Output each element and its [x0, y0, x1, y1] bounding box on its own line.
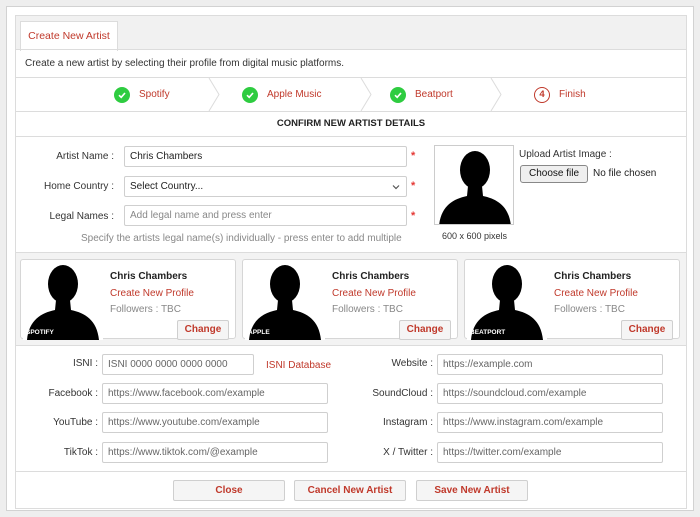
facebook-label: Facebook : [48, 388, 98, 399]
social-links: ISNI : ISNI 0000 0000 0000 0000 ISNI Dat… [15, 346, 687, 472]
platform-tag: APPLE [248, 329, 270, 336]
close-button[interactable]: Close [173, 480, 285, 501]
platform-card-apple: APPLE Chris Chambers Create New Profile … [242, 259, 458, 340]
platform-card-spotify: SPOTIFY Chris Chambers Create New Profil… [20, 259, 236, 340]
tab-bar: Create New Artist [15, 15, 687, 51]
artist-photo: SPOTIFY [23, 262, 103, 340]
instagram-input[interactable]: https://www.instagram.com/example [437, 412, 663, 433]
required-marker: * [411, 150, 416, 162]
platform-tag: SPOTIFY [26, 329, 54, 336]
youtube-label: YouTube : [53, 417, 98, 428]
isni-database-link[interactable]: ISNI Database [266, 360, 331, 371]
create-profile-link[interactable]: Create New Profile [554, 288, 638, 299]
step-finish[interactable]: 4 Finish [534, 78, 586, 111]
profile-name: Chris Chambers [110, 271, 188, 282]
soundcloud-input[interactable]: https://soundcloud.com/example [437, 383, 663, 404]
soundcloud-label: SoundCloud : [372, 388, 433, 399]
step-label: Finish [559, 89, 586, 100]
step-divider [360, 78, 372, 111]
twitter-input[interactable]: https://twitter.com/example [437, 442, 663, 463]
step-apple-music[interactable]: Apple Music [242, 78, 321, 111]
twitter-label: X / Twitter : [383, 447, 433, 458]
modal-footer: Close Cancel New Artist Save New Artist [15, 472, 687, 509]
artist-name-input[interactable]: Chris Chambers [124, 146, 407, 167]
artist-photo: APPLE [245, 262, 325, 340]
website-input[interactable]: https://example.com [437, 354, 663, 375]
tiktok-label: TikTok : [63, 447, 98, 458]
section-title: CONFIRM NEW ARTIST DETAILS [15, 112, 687, 137]
instagram-label: Instagram : [382, 417, 433, 428]
check-icon [242, 86, 258, 103]
step-spotify[interactable]: Spotify [114, 78, 170, 111]
profile-name: Chris Chambers [332, 271, 410, 282]
followers-count: Followers : TBC [332, 304, 403, 315]
tab-create-new-artist[interactable]: Create New Artist [20, 21, 118, 51]
website-label: Website : [391, 358, 434, 369]
upload-image-label: Upload Artist Image : [519, 149, 612, 160]
change-button[interactable]: Change [399, 320, 451, 340]
change-button[interactable]: Change [177, 320, 229, 340]
artist-name-label: Artist Name : [56, 151, 114, 162]
step-label: Spotify [139, 89, 170, 100]
step-beatport[interactable]: Beatport [390, 78, 453, 111]
create-profile-link[interactable]: Create New Profile [110, 288, 194, 299]
wizard-steps: Spotify Apple Music Beatport 4 Finish [15, 78, 687, 112]
artist-photo: BEATPORT [467, 262, 547, 340]
home-country-label: Home Country : [43, 181, 114, 192]
facebook-input[interactable]: https://www.facebook.com/example [102, 383, 328, 404]
profile-name: Chris Chambers [554, 271, 632, 282]
legal-names-hint: Specify the artists legal name(s) indivi… [81, 233, 402, 244]
isni-input[interactable]: ISNI 0000 0000 0000 0000 [102, 354, 254, 375]
check-icon [114, 86, 130, 103]
cancel-new-artist-button[interactable]: Cancel New Artist [294, 480, 406, 501]
youtube-input[interactable]: https://www.youtube.com/example [102, 412, 328, 433]
step-number: 4 [534, 86, 550, 103]
check-icon [390, 86, 406, 103]
followers-count: Followers : TBC [554, 304, 625, 315]
home-country-select[interactable]: Select Country... [124, 176, 407, 197]
step-divider [490, 78, 502, 111]
isni-label: ISNI : [72, 358, 98, 369]
legal-names-label: Legal Names : [49, 211, 114, 222]
platform-card-beatport: BEATPORT Chris Chambers Create New Profi… [464, 259, 680, 340]
followers-count: Followers : TBC [110, 304, 181, 315]
home-country-value: Select Country... [130, 181, 204, 192]
step-label: Beatport [415, 89, 453, 100]
platform-cards: SPOTIFY Chris Chambers Create New Profil… [15, 253, 687, 346]
step-divider [208, 78, 220, 111]
tiktok-input[interactable]: https://www.tiktok.com/@example [102, 442, 328, 463]
platform-tag: BEATPORT [470, 329, 506, 336]
intro-text: Create a new artist by selecting their p… [15, 49, 687, 78]
choose-file-button[interactable]: Choose file [520, 165, 588, 183]
required-marker: * [411, 210, 416, 222]
required-marker: * [411, 180, 416, 192]
legal-names-input[interactable]: Add legal name and press enter [124, 205, 407, 226]
save-new-artist-button[interactable]: Save New Artist [416, 480, 528, 501]
create-profile-link[interactable]: Create New Profile [332, 288, 416, 299]
change-button[interactable]: Change [621, 320, 673, 340]
create-artist-modal: Create New Artist Create a new artist by… [6, 6, 694, 511]
step-label: Apple Music [267, 89, 322, 100]
artist-image-preview [434, 145, 514, 225]
file-status: No file chosen [593, 168, 657, 179]
image-size-note: 600 x 600 pixels [442, 231, 508, 241]
artist-details-form: Artist Name : Chris Chambers * Home Coun… [15, 137, 687, 253]
chevron-down-icon [392, 185, 400, 190]
person-silhouette-icon [439, 151, 511, 224]
